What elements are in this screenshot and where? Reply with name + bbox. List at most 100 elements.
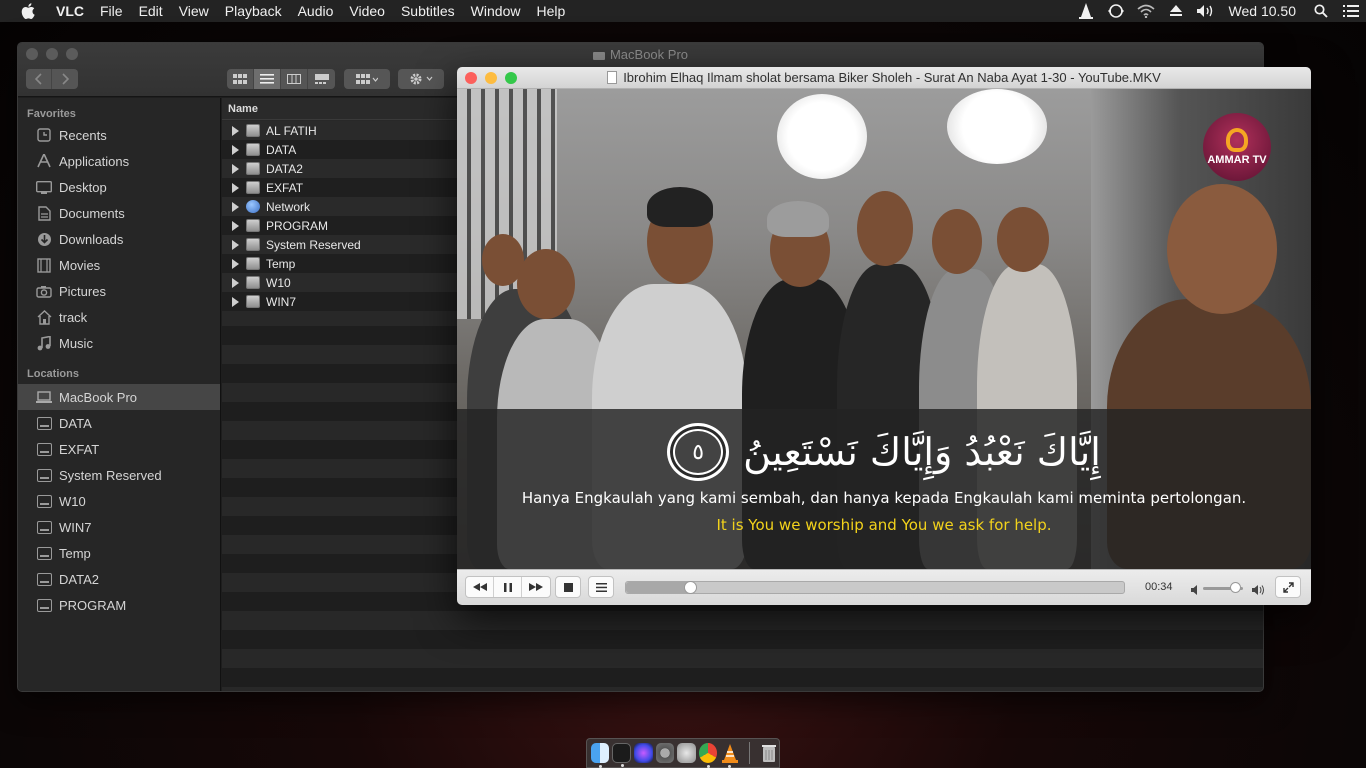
disclosure-triangle-icon[interactable]	[222, 201, 246, 212]
terminal-icon[interactable]	[612, 743, 632, 767]
sidebar-item-data[interactable]: DATA	[18, 410, 220, 436]
fullscreen-button[interactable]	[1275, 576, 1301, 598]
rewind-icon	[472, 583, 487, 591]
vlc-cone-icon[interactable]	[1071, 0, 1101, 22]
person-head	[517, 249, 575, 319]
drive-icon	[246, 162, 260, 175]
sidebar-item-desktop[interactable]: Desktop	[18, 174, 220, 200]
sidebar-item-downloads[interactable]: Downloads	[18, 226, 220, 252]
menubar-clock[interactable]: Wed 10.50	[1221, 3, 1306, 19]
disclosure-triangle-icon[interactable]	[222, 296, 246, 307]
sidebar-item-win7[interactable]: WIN7	[18, 514, 220, 540]
list-view-button[interactable]	[254, 69, 281, 89]
dock	[586, 738, 780, 768]
disclosure-triangle-icon[interactable]	[222, 125, 246, 136]
menu-video[interactable]: Video	[341, 0, 393, 22]
back-button[interactable]	[26, 69, 52, 89]
disclosure-triangle-icon[interactable]	[222, 220, 246, 231]
person-head	[857, 191, 913, 266]
rewind-button[interactable]	[466, 577, 494, 597]
chrome-icon[interactable]	[698, 743, 718, 768]
group-by-button[interactable]	[344, 69, 390, 89]
menu-window[interactable]: Window	[463, 0, 529, 22]
volume-icon[interactable]	[1191, 0, 1221, 22]
app-menu[interactable]: VLC	[56, 0, 92, 22]
volume-high-icon[interactable]	[1252, 582, 1265, 600]
sidebar-item-documents[interactable]: Documents	[18, 200, 220, 226]
sidebar-item-system-reserved[interactable]: System Reserved	[18, 462, 220, 488]
sidebar-item-macbook-pro[interactable]: MacBook Pro	[18, 384, 220, 410]
disclosure-triangle-icon[interactable]	[222, 163, 246, 174]
wifi-icon[interactable]	[1131, 0, 1161, 22]
locations-header: Locations	[27, 368, 79, 380]
camera-icon	[36, 284, 52, 298]
disclosure-triangle-icon[interactable]	[222, 182, 246, 193]
sidebar-item-label: WIN7	[59, 519, 92, 535]
disclosure-triangle-icon[interactable]	[222, 144, 246, 155]
disclosure-triangle-icon[interactable]	[222, 277, 246, 288]
icon-view-button[interactable]	[227, 69, 254, 89]
sidebar-item-label: Desktop	[59, 179, 107, 195]
sidebar-item-label: Recents	[59, 127, 107, 143]
disclosure-triangle-icon[interactable]	[222, 239, 246, 250]
menu-view[interactable]: View	[171, 0, 217, 22]
menu-file[interactable]: File	[92, 0, 131, 22]
sync-icon[interactable]	[1101, 0, 1131, 22]
launchpad-icon[interactable]	[677, 743, 696, 763]
system-preferences-icon[interactable]	[655, 743, 675, 763]
sidebar-item-data2[interactable]: DATA2	[18, 566, 220, 592]
forward-button[interactable]	[52, 69, 78, 89]
seek-handle[interactable]	[683, 581, 697, 594]
drive-icon	[246, 181, 260, 194]
siri-icon[interactable]	[634, 743, 653, 763]
seek-bar[interactable]	[625, 581, 1125, 594]
disclosure-triangle-icon[interactable]	[222, 258, 246, 269]
pause-button[interactable]	[494, 577, 522, 597]
sidebar-item-label: DATA2	[59, 571, 99, 587]
vlc-icon[interactable]	[720, 743, 740, 768]
sidebar-item-recents[interactable]: Recents	[18, 122, 220, 148]
playlist-button[interactable]	[588, 576, 614, 598]
menu-help[interactable]: Help	[528, 0, 573, 22]
video-frame[interactable]: AMMAR TV ٥ إِيَّاكَ نَعْبُدُ وَإِيَّاكَ …	[457, 89, 1311, 569]
sidebar-item-program[interactable]: PROGRAM	[18, 592, 220, 618]
volume-handle[interactable]	[1230, 582, 1241, 593]
indonesian-subtitle: Hanya Engkaulah yang kami sembah, dan ha…	[521, 489, 1247, 507]
sidebar-item-music[interactable]: Music	[18, 330, 220, 356]
file-name: AL FATIH	[266, 123, 317, 138]
sidebar-item-movies[interactable]: Movies	[18, 252, 220, 278]
sidebar-item-w10[interactable]: W10	[18, 488, 220, 514]
search-icon[interactable]	[1306, 0, 1336, 22]
menu-playback[interactable]: Playback	[217, 0, 290, 22]
clock-icon	[36, 128, 52, 142]
sidebar-item-label: Movies	[59, 257, 101, 273]
sidebar-item-temp[interactable]: Temp	[18, 540, 220, 566]
arabic-verse-text: إِيَّاكَ نَعْبُدُ وَإِيَّاكَ نَسْتَعِينُ	[743, 430, 1101, 474]
finder-icon[interactable]	[591, 743, 610, 768]
file-name: W10	[266, 275, 291, 290]
sidebar-item-applications[interactable]: Applications	[18, 148, 220, 174]
eject-icon[interactable]	[1161, 0, 1191, 22]
sidebar-item-exfat[interactable]: EXFAT	[18, 436, 220, 462]
action-menu-button[interactable]	[398, 69, 444, 89]
menu-subtitles[interactable]: Subtitles	[393, 0, 463, 22]
drive-icon	[246, 219, 260, 232]
column-view-button[interactable]	[281, 69, 308, 89]
fast-forward-button[interactable]	[522, 577, 550, 597]
trash-icon[interactable]	[759, 743, 779, 763]
menu-edit[interactable]: Edit	[131, 0, 171, 22]
ammar-tv-logo: AMMAR TV	[1203, 113, 1271, 181]
film-icon	[36, 257, 52, 273]
ayah-number-marker: ٥	[667, 423, 730, 481]
columns-icon	[287, 74, 301, 84]
menu-audio[interactable]: Audio	[290, 0, 342, 22]
stop-button[interactable]	[555, 576, 581, 598]
vlc-titlebar[interactable]: Ibrohim Elhaq Ilmam sholat bersama Biker…	[457, 67, 1311, 89]
sidebar-item-pictures[interactable]: Pictures	[18, 278, 220, 304]
volume-low-icon[interactable]	[1191, 582, 1200, 600]
volume-slider[interactable]	[1203, 582, 1243, 593]
list-icon[interactable]	[1336, 0, 1366, 22]
sidebar-item-track[interactable]: track	[18, 304, 220, 330]
gallery-view-button[interactable]	[308, 69, 335, 89]
apple-menu-icon[interactable]	[0, 3, 56, 19]
